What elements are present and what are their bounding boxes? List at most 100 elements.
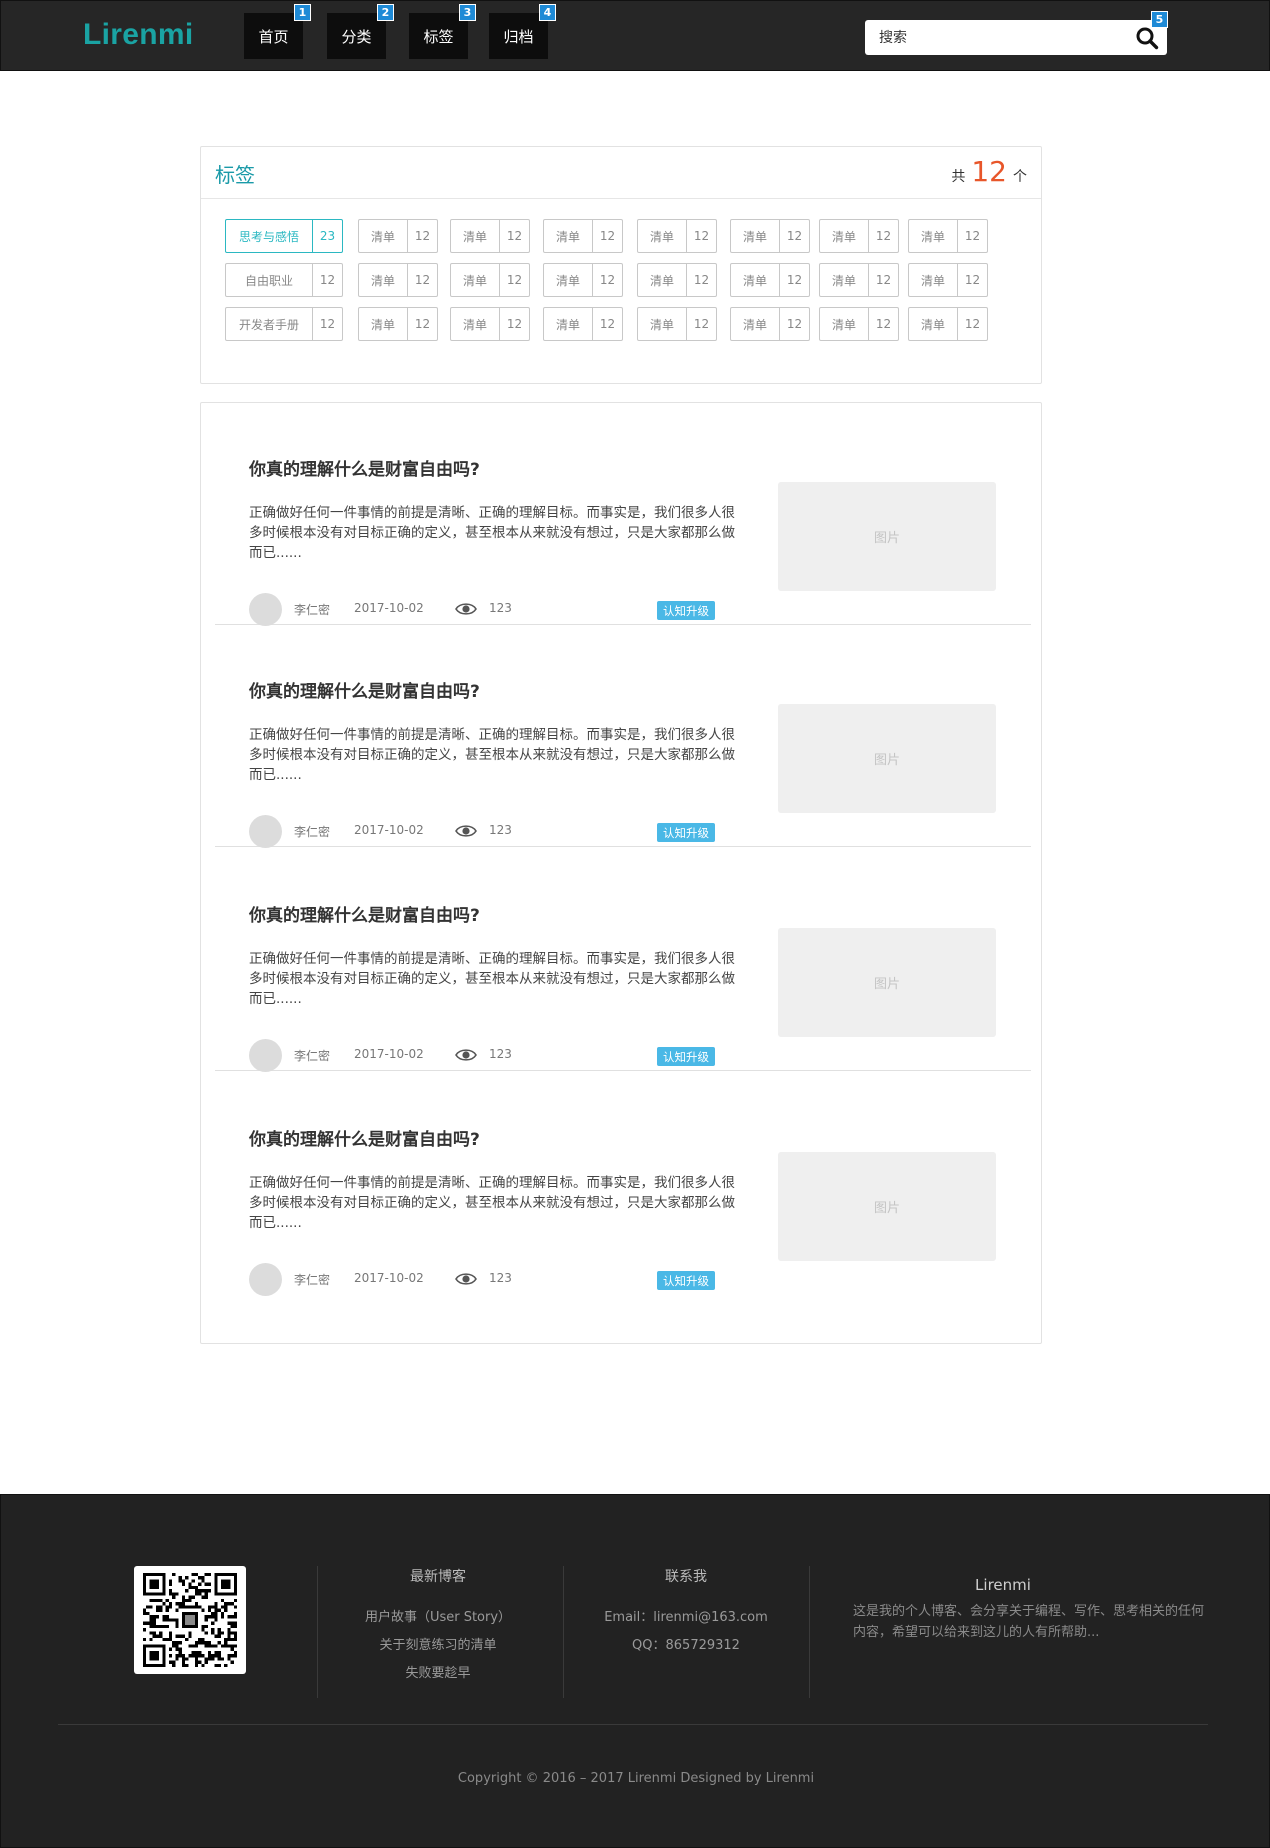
footer-latest-link[interactable]: 失败要趁早 [331, 1660, 545, 1688]
tag-chip[interactable]: 清单 12 [450, 307, 530, 341]
article-author[interactable]: 李仁密 [294, 601, 330, 618]
tag-chip-label: 清单 [920, 317, 945, 332]
footer-contact-qq: QQ：865729312 [632, 1638, 740, 1653]
author-avatar[interactable] [249, 815, 282, 848]
tag-chip-label: 清单 [831, 273, 856, 288]
nav-archives-badge: 4 [539, 4, 556, 21]
article-excerpt: 正确做好任何一件事情的前提是清晰、正确的理解目标。而事实是，我们很多人很多时候根… [249, 727, 735, 783]
tags-header: 标签 共 12 个 [201, 147, 1041, 199]
article-author[interactable]: 李仁密 [294, 823, 330, 840]
tag-chip[interactable]: 清单 12 [730, 219, 810, 253]
nav-categories-badge: 2 [377, 4, 394, 21]
tag-chip[interactable]: 清单 12 [908, 307, 988, 341]
eye-icon [455, 825, 477, 837]
article-item: 你真的理解什么是财富自由吗? 正确做好任何一件事情的前提是清晰、正确的理解目标。… [215, 403, 1031, 626]
footer-latest-link[interactable]: 关于刻意练习的清单 [331, 1632, 545, 1660]
tag-chip-label: 清单 [555, 317, 580, 332]
tags-total-count: 12 [971, 155, 1007, 188]
article-thumbnail[interactable]: 图片 [778, 482, 996, 591]
tag-chip-count: 12 [686, 264, 716, 296]
nav-categories-label: 分类 [341, 27, 372, 46]
tags-total: 共 12 个 [951, 155, 1027, 188]
tag-chip-count: 23 [312, 220, 342, 252]
article-title[interactable]: 你真的理解什么是财富自由吗? [249, 455, 480, 480]
tag-chip[interactable]: 清单 12 [543, 307, 623, 341]
article-list: 你真的理解什么是财富自由吗? 正确做好任何一件事情的前提是清晰、正确的理解目标。… [200, 402, 1042, 1344]
article-item: 你真的理解什么是财富自由吗? 正确做好任何一件事情的前提是清晰、正确的理解目标。… [215, 1073, 1031, 1296]
eye-icon [455, 1049, 477, 1061]
tag-chip[interactable]: 清单 12 [450, 219, 530, 253]
author-avatar[interactable] [249, 593, 282, 626]
tag-chip[interactable]: 自由职业 12 [225, 263, 343, 297]
footer-divider [317, 1566, 318, 1698]
site-logo[interactable]: Lirenmi [83, 18, 193, 52]
tag-chip[interactable]: 清单 12 [730, 263, 810, 297]
tag-chip[interactable]: 清单 12 [637, 263, 717, 297]
footer-contact-email[interactable]: Email：lirenmi@163.com [577, 1604, 795, 1632]
tag-chip-count: 12 [407, 308, 437, 340]
tags-panel: 标签 共 12 个 思考与感悟 23 清单 12 清单 12 清单 12 清单 12 清单 12 清单 1… [200, 146, 1042, 384]
tag-chip-count: 12 [499, 264, 529, 296]
tag-chip-count: 12 [407, 220, 437, 252]
tag-chip-count: 12 [499, 308, 529, 340]
tag-chip-count: 12 [868, 308, 898, 340]
tag-chip[interactable]: 清单 12 [358, 307, 438, 341]
article-tag-badge[interactable]: 认知升级 [657, 601, 715, 620]
author-avatar[interactable] [249, 1039, 282, 1072]
tag-chip[interactable]: 清单 12 [637, 219, 717, 253]
footer-latest-link[interactable]: 用户故事（User Story） [331, 1604, 545, 1632]
eye-icon [455, 603, 477, 615]
tag-chip[interactable]: 清单 12 [908, 219, 988, 253]
tag-chip[interactable]: 清单 12 [819, 307, 899, 341]
tag-chip-count: 12 [957, 308, 987, 340]
article-tag-badge[interactable]: 认知升级 [657, 1047, 715, 1066]
article-thumbnail[interactable]: 图片 [778, 704, 996, 813]
tag-chip[interactable]: 清单 12 [908, 263, 988, 297]
top-navbar: Lirenmi 首页 1 分类 2 标签 3 归档 4 5 [0, 0, 1270, 71]
tag-chip[interactable]: 清单 12 [543, 263, 623, 297]
tag-chip-count: 12 [779, 308, 809, 340]
article-date: 2017-10-02 [354, 823, 424, 837]
tag-chip[interactable]: 清单 12 [450, 263, 530, 297]
tag-chip[interactable]: 清单 12 [819, 219, 899, 253]
nav-archives[interactable]: 归档 4 [489, 4, 556, 59]
tag-chip[interactable]: 清单 12 [543, 219, 623, 253]
article-tag-badge[interactable]: 认知升级 [657, 1271, 715, 1290]
tag-chip[interactable]: 清单 12 [819, 263, 899, 297]
tags-total-prefix: 共 [951, 169, 966, 185]
tag-chip-label: 清单 [920, 273, 945, 288]
nav-tags[interactable]: 标签 3 [409, 4, 476, 59]
article-title[interactable]: 你真的理解什么是财富自由吗? [249, 1125, 480, 1150]
tag-chip[interactable]: 清单 12 [730, 307, 810, 341]
tag-chip-label: 清单 [742, 273, 767, 288]
article-thumbnail[interactable]: 图片 [778, 928, 996, 1037]
nav-home[interactable]: 首页 1 [244, 4, 311, 59]
search-input[interactable] [865, 20, 1125, 55]
tag-chip-count: 12 [407, 264, 437, 296]
tag-chip[interactable]: 思考与感悟 23 [225, 219, 343, 253]
article-author[interactable]: 李仁密 [294, 1047, 330, 1064]
eye-icon [455, 1273, 477, 1285]
tag-chip-label: 清单 [370, 273, 395, 288]
author-avatar[interactable] [249, 1263, 282, 1296]
tag-chip-count: 12 [592, 264, 622, 296]
article-date: 2017-10-02 [354, 1271, 424, 1285]
tag-chip-label: 清单 [649, 229, 674, 244]
nav-home-label: 首页 [258, 27, 289, 46]
tag-chip-label: 思考与感悟 [238, 229, 299, 244]
nav-categories[interactable]: 分类 2 [327, 4, 394, 59]
tag-chip[interactable]: 清单 12 [358, 263, 438, 297]
article-thumbnail[interactable]: 图片 [778, 1152, 996, 1261]
article-title[interactable]: 你真的理解什么是财富自由吗? [249, 677, 480, 702]
tag-chip[interactable]: 开发者手册 12 [225, 307, 343, 341]
footer-divider [563, 1566, 564, 1698]
tag-chip-count: 12 [779, 220, 809, 252]
article-tag-badge[interactable]: 认知升级 [657, 823, 715, 842]
search-icon[interactable] [1135, 26, 1159, 50]
nav-tags-badge: 3 [459, 4, 476, 21]
tag-chip[interactable]: 清单 12 [637, 307, 717, 341]
tag-chip[interactable]: 清单 12 [358, 219, 438, 253]
article-author[interactable]: 李仁密 [294, 1271, 330, 1288]
tag-chip-label: 清单 [742, 317, 767, 332]
article-title[interactable]: 你真的理解什么是财富自由吗? [249, 901, 480, 926]
